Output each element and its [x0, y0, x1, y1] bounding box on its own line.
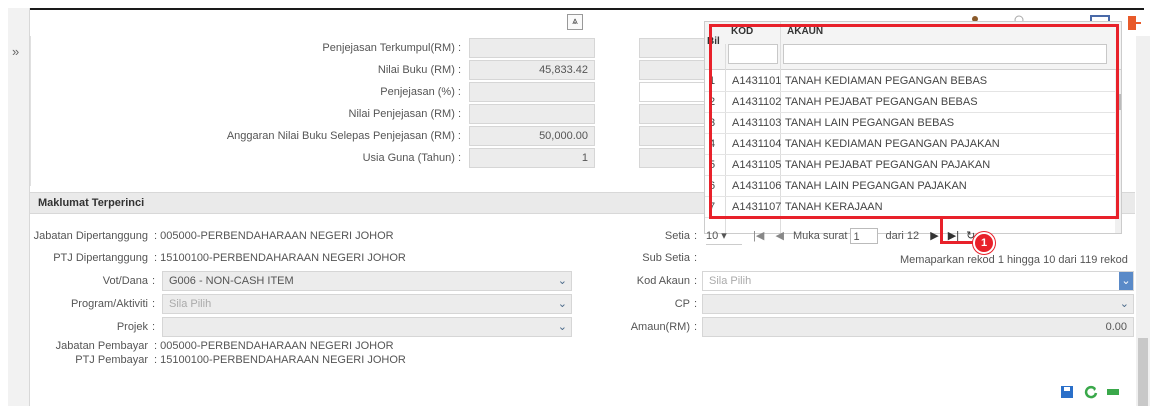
field-value: 45,833.42 — [469, 60, 595, 80]
logout-icon[interactable] — [1126, 14, 1144, 30]
pager: 10 ▾ |◀ ◀ Muka surat 1 dari 12 ▶ ▶| ↻ — [706, 228, 975, 245]
field-label: Penjejasan Terkumpul(RM) : — [322, 42, 461, 54]
sidebar: » — [8, 8, 30, 406]
kod-akaun-select[interactable]: Sila Pilih ⌄ — [702, 271, 1134, 291]
vot-select[interactable]: G006 - NON-CASH ITEM ⌄ — [162, 271, 572, 291]
field-secondary[interactable] — [639, 82, 709, 102]
colon: : — [694, 230, 698, 242]
page-size-select[interactable]: 10 ▾ — [706, 228, 742, 245]
dari-label: dari 12 — [885, 230, 920, 242]
callout-badge: 1 — [973, 232, 995, 254]
kod-akaun-placeholder: Sila Pilih — [709, 275, 752, 287]
ptj-bayar-value: : 15100100-PERBENDAHARAAN NEGERI JOHOR — [154, 354, 406, 366]
colon: : — [152, 275, 156, 287]
field-secondary — [639, 60, 709, 80]
jabatan-bayar-value: : 005000-PERBENDAHARAAN NEGERI JOHOR — [154, 340, 394, 352]
cp-select[interactable]: ⌄ — [702, 294, 1134, 314]
jabatan-value: : 005000-PERBENDAHARAAN NEGERI JOHOR — [154, 230, 394, 242]
projek-select[interactable]: ⌄ — [162, 317, 572, 337]
projek-label: Projek — [116, 321, 148, 333]
jabatan-label: Jabatan Dipertanggung — [33, 230, 148, 242]
colon: : — [694, 252, 698, 264]
vot-label: Vot/Dana — [102, 275, 148, 287]
jabatan-bayar-label: Jabatan Pembayar — [55, 340, 148, 352]
scroll-thumb[interactable] — [1138, 338, 1148, 406]
prev-page-icon[interactable]: ◀ — [775, 230, 783, 242]
cp-label: CP — [674, 298, 690, 310]
chevron-down-icon: ⌄ — [1119, 298, 1129, 310]
save-icon[interactable] — [1060, 385, 1074, 402]
field-secondary — [639, 148, 709, 168]
kod-akaun-label: Kod Akaun — [636, 275, 690, 287]
field-label: Penjejasan (%) : — [380, 86, 461, 98]
field-value: 50,000.00 — [469, 126, 595, 146]
callout-line — [940, 241, 975, 244]
next-page-icon[interactable]: ▶ — [930, 230, 938, 242]
ptj-value: : 15100100-PERBENDAHARAAN NEGERI JOHOR — [154, 252, 406, 264]
colon: : — [152, 321, 156, 333]
program-select[interactable]: Sila Pilih ⌄ — [162, 294, 572, 314]
page-scrollbar[interactable] — [1136, 36, 1150, 406]
field-secondary — [639, 126, 709, 146]
ptj-bayar-label: PTJ Pembayar — [75, 354, 148, 366]
sub-setia-label: Sub Setia — [642, 252, 690, 264]
colon: : — [694, 298, 698, 310]
callout-line — [940, 219, 943, 243]
setia-label: Setia — [664, 230, 690, 242]
vot-select-value: G006 - NON-CASH ITEM — [169, 275, 294, 287]
muka-surat-label: Muka surat — [792, 230, 848, 242]
field-label: Nilai Penjejasan (RM) : — [348, 108, 461, 120]
amaun-label: Amaun(RM) — [630, 321, 690, 333]
field-label: Nilai Buku (RM) : — [377, 64, 461, 76]
ptj-label: PTJ Dipertanggung — [53, 252, 148, 264]
expand-sidebar-icon[interactable]: » — [12, 44, 19, 59]
page-input[interactable]: 1 — [850, 228, 879, 244]
minimize-icon[interactable] — [1106, 385, 1120, 402]
field-secondary — [639, 38, 709, 58]
amaun-field[interactable]: 0.00 — [702, 317, 1134, 337]
field-secondary — [639, 104, 709, 124]
colon: : — [152, 298, 156, 310]
program-placeholder: Sila Pilih — [169, 298, 212, 310]
colon: : — [694, 321, 698, 333]
chevron-down-icon: ⌄ — [557, 275, 567, 287]
collapse-panel-button[interactable]: ⩓ — [567, 14, 583, 30]
chevron-down-icon: ⌄ — [557, 321, 567, 333]
field-value — [469, 104, 595, 124]
highlight-box — [709, 24, 1119, 219]
pager-summary: Memaparkan rekod 1 hingga 10 dari 119 re… — [900, 254, 1128, 266]
program-label: Program/Aktiviti — [70, 298, 148, 310]
colon: : — [694, 275, 698, 287]
field-label: Anggaran Nilai Buku Selepas Penjejasan (… — [226, 130, 461, 142]
field-value — [469, 38, 595, 58]
chevron-down-icon: ⌄ — [1119, 272, 1133, 290]
field-label: Usia Guna (Tahun) : — [362, 152, 461, 164]
first-page-icon[interactable]: |◀ — [753, 230, 764, 242]
refresh-icon[interactable] — [1084, 385, 1098, 402]
chevron-down-icon: ⌄ — [557, 298, 567, 310]
field-value[interactable] — [469, 82, 595, 102]
field-value: 1 — [469, 148, 595, 168]
